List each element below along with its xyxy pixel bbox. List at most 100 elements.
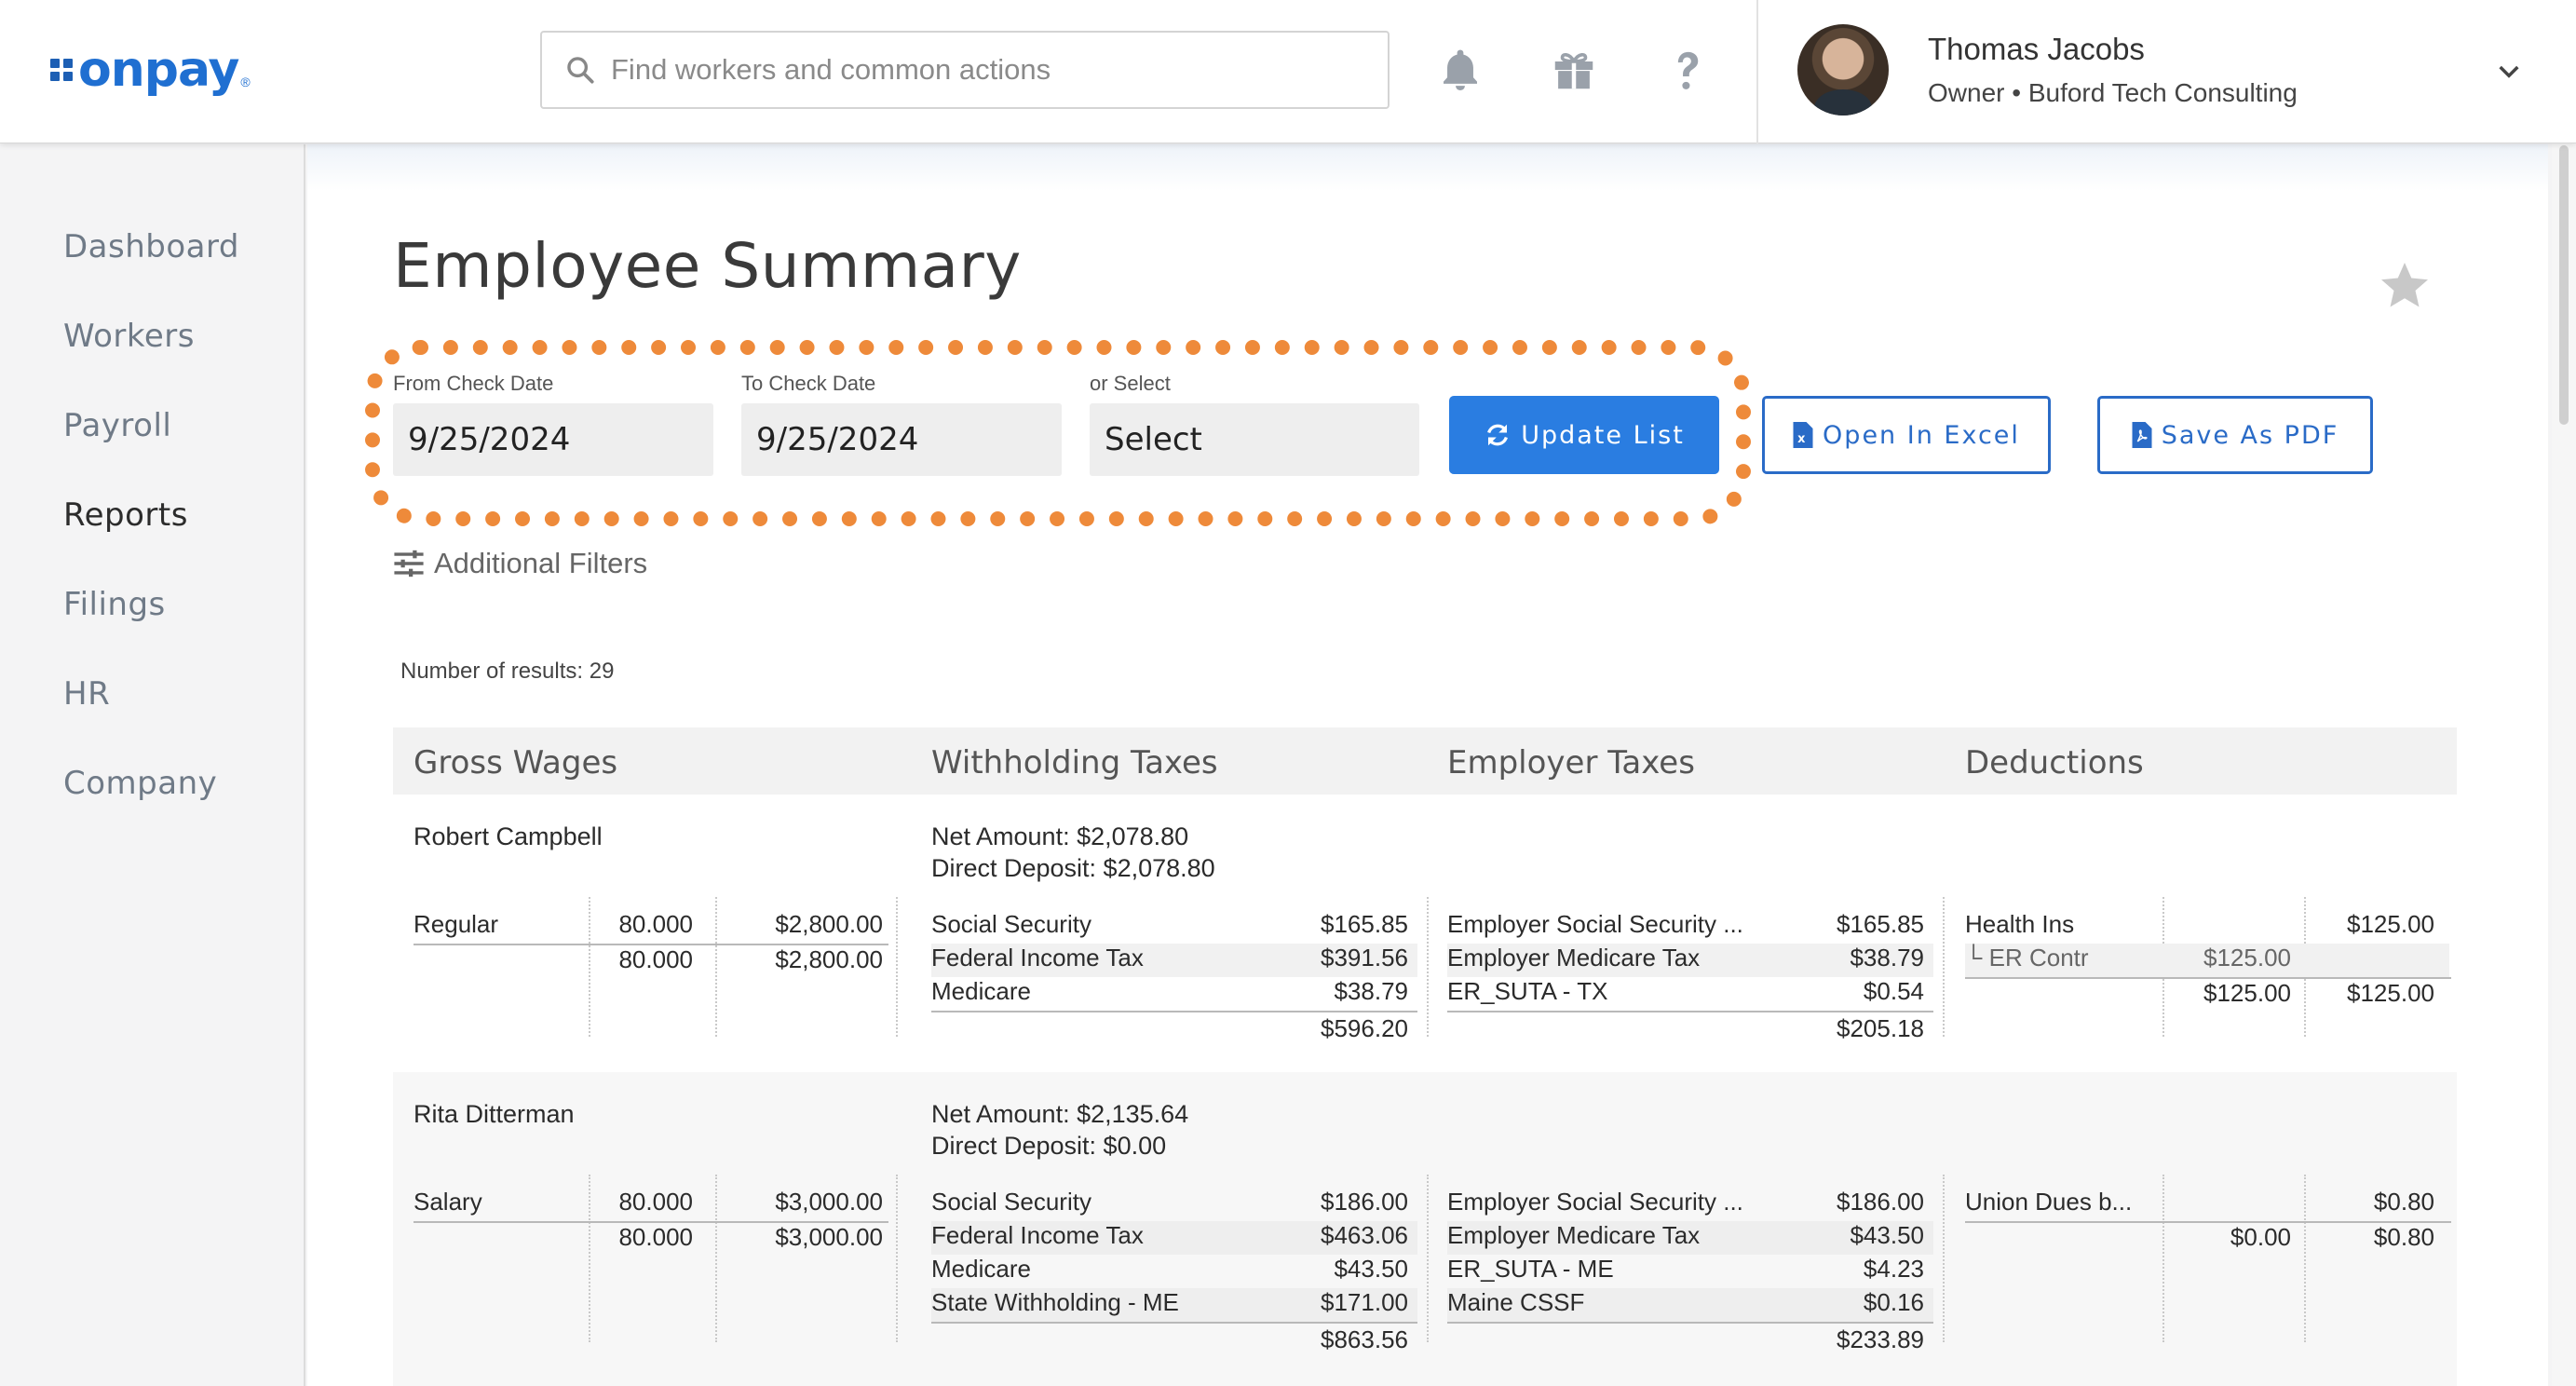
header-deductions: Deductions	[1965, 744, 2144, 781]
employee-name[interactable]: Rita Ditterman	[414, 1100, 575, 1129]
deduction-total-amount: $125.00	[2347, 979, 2434, 1007]
from-date-field[interactable]: 9/25/2024	[393, 403, 713, 476]
sidebar-item-reports[interactable]: Reports	[63, 496, 188, 534]
employer-tax-name: Employer Medicare Tax	[1447, 1221, 1701, 1249]
top-header: onpay ® Thomas Jacobs Owner • Buford Tec…	[0, 0, 2576, 143]
search-input[interactable]	[611, 53, 1388, 87]
net-amount: Net Amount: $2,078.80	[931, 822, 1189, 850]
employer-tax-amount: $0.54	[1863, 977, 1924, 1005]
svg-text:x: x	[1797, 432, 1808, 446]
wage-hours: 80.000	[618, 1188, 693, 1216]
wage-total-amount: $2,800.00	[775, 945, 883, 973]
wage-amount: $3,000.00	[775, 1188, 883, 1216]
withholding-amount: $171.00	[1321, 1288, 1408, 1316]
search-icon	[567, 57, 594, 84]
employer-tax-amount: $4.23	[1863, 1255, 1924, 1283]
deduction-name: Union Dues b...	[1965, 1188, 2133, 1216]
deduction-name: Health Ins	[1965, 910, 2075, 938]
employer-tax-amount: $43.50	[1850, 1221, 1924, 1249]
wage-type: Regular	[414, 910, 499, 938]
open-in-excel-label: Open In Excel	[1823, 420, 2020, 450]
withholding-name: State Withholding - ME	[931, 1288, 1179, 1316]
withholding-amount: $186.00	[1321, 1188, 1408, 1216]
page-title: Employee Summary	[393, 230, 1022, 302]
user-role: Owner • Buford Tech Consulting	[1928, 78, 2298, 107]
employer-tax-total: $233.89	[1837, 1325, 1924, 1353]
employer-tax-name: ER_SUTA - ME	[1447, 1255, 1614, 1283]
withholding-name: Social Security	[931, 910, 1091, 938]
withholding-amount: $165.85	[1321, 910, 1408, 938]
deduction-total-amount: $0.80	[2373, 1223, 2434, 1251]
additional-filters-toggle[interactable]: Additional Filters	[393, 547, 647, 580]
bell-icon[interactable]	[1432, 41, 1488, 99]
table-header: Gross Wages Withholding Taxes Employer T…	[393, 727, 2457, 795]
star-icon[interactable]	[2375, 258, 2434, 314]
help-icon[interactable]	[1660, 41, 1715, 99]
logo-text: onpay	[78, 42, 239, 98]
excel-file-icon: x	[1793, 422, 1813, 448]
scrollbar-thumb[interactable]	[2559, 145, 2569, 425]
from-date-label: From Check Date	[393, 372, 554, 395]
period-select[interactable]: Select	[1090, 403, 1419, 476]
additional-filters-label: Additional Filters	[434, 547, 648, 579]
avatar[interactable]	[1797, 24, 1889, 116]
sidebar-item-filings[interactable]: Filings	[63, 586, 166, 623]
results-count: Number of results: 29	[400, 659, 615, 684]
sidebar-item-dashboard[interactable]: Dashboard	[63, 228, 239, 265]
withholding-name: Federal Income Tax	[931, 1221, 1144, 1249]
wage-amount: $2,800.00	[775, 910, 883, 938]
save-as-pdf-button[interactable]: Save As PDF	[2097, 396, 2373, 474]
employer-tax-name: Maine CSSF	[1447, 1288, 1585, 1316]
deduction-amount: $125.00	[2347, 910, 2434, 938]
header-divider	[1756, 0, 1758, 143]
employer-tax-name: Employer Medicare Tax	[1447, 944, 1701, 972]
employer-tax-amount: $0.16	[1863, 1288, 1924, 1316]
select-label: or Select	[1090, 372, 1171, 395]
update-list-label: Update List	[1521, 420, 1685, 450]
gift-icon[interactable]	[1546, 41, 1602, 99]
wage-total-hours: 80.000	[618, 1223, 693, 1251]
search-box[interactable]	[540, 31, 1390, 109]
wage-hours: 80.000	[618, 910, 693, 938]
withholding-amount: $391.56	[1321, 944, 1408, 972]
employer-tax-name: Employer Social Security ...	[1447, 910, 1743, 938]
deduction-name: └ ER Contr	[1965, 944, 2089, 972]
logo-registered-mark: ®	[240, 75, 251, 89]
employer-tax-amount: $165.85	[1837, 910, 1924, 938]
main-content: Employee Summary From Check Date 9/25/20…	[307, 144, 2548, 1386]
save-as-pdf-label: Save As PDF	[2161, 420, 2339, 450]
header-employer-taxes: Employer Taxes	[1447, 744, 1695, 781]
pdf-file-icon	[2132, 422, 2152, 448]
wage-total-hours: 80.000	[618, 945, 693, 973]
table-row: Rita Ditterman Net Amount: $2,135.64 Dir…	[393, 1072, 2457, 1386]
to-date-field[interactable]: 9/25/2024	[741, 403, 1062, 476]
chevron-down-icon[interactable]	[2494, 56, 2524, 86]
sidebar-item-payroll[interactable]: Payroll	[63, 407, 171, 444]
update-list-button[interactable]: Update List	[1449, 396, 1719, 474]
withholding-name: Medicare	[931, 1255, 1031, 1283]
withholding-name: Federal Income Tax	[931, 944, 1144, 972]
sidebar: Dashboard Workers Payroll Reports Filing…	[0, 144, 305, 1386]
direct-deposit: Direct Deposit: $0.00	[931, 1132, 1167, 1160]
onpay-logo[interactable]: onpay ®	[50, 37, 251, 102]
employer-tax-name: ER_SUTA - TX	[1447, 977, 1608, 1005]
open-in-excel-button[interactable]: x Open In Excel	[1762, 396, 2051, 474]
withholding-total: $863.56	[1321, 1325, 1408, 1353]
deduction-total-er: $125.00	[2203, 979, 2291, 1007]
employer-tax-name: Employer Social Security ...	[1447, 1188, 1743, 1216]
employee-name[interactable]: Robert Campbell	[414, 822, 603, 851]
to-date-label: To Check Date	[741, 372, 876, 395]
logo-mark-icon	[50, 59, 73, 81]
sidebar-item-hr[interactable]: HR	[63, 675, 110, 713]
withholding-amount: $38.79	[1334, 977, 1408, 1005]
employer-tax-amount: $38.79	[1850, 944, 1924, 972]
deduction-amount: $0.80	[2373, 1188, 2434, 1216]
direct-deposit: Direct Deposit: $2,078.80	[931, 854, 1215, 882]
withholding-amount: $463.06	[1321, 1221, 1408, 1249]
sidebar-item-workers[interactable]: Workers	[63, 318, 195, 355]
refresh-icon	[1487, 424, 1509, 446]
withholding-name: Medicare	[931, 977, 1031, 1005]
deduction-total-er: $0.00	[2230, 1223, 2291, 1251]
sidebar-item-company[interactable]: Company	[63, 765, 217, 802]
sliders-icon	[394, 550, 424, 578]
